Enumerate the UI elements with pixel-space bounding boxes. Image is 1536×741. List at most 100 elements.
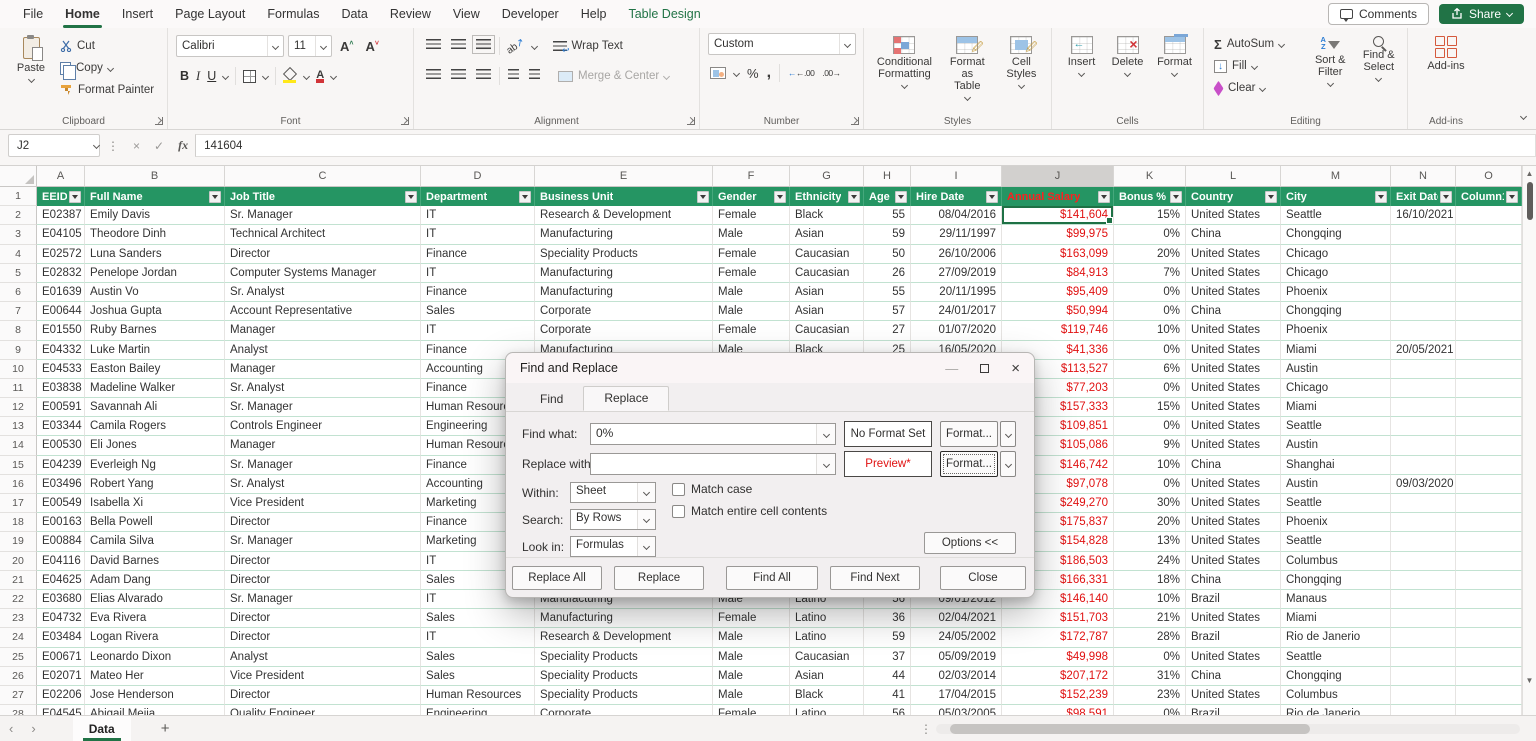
cell-N25[interactable] [1391,647,1456,667]
merge-center-button[interactable]: Merge & Center [558,70,671,82]
table-header-cell-gender[interactable]: Gender [713,187,790,207]
increase-indent-button[interactable] [527,65,542,87]
cell-A5[interactable]: E02832 [37,263,85,283]
cell-J28[interactable]: $98,591 [1002,705,1114,715]
cell-I24[interactable]: 24/05/2002 [911,628,1002,648]
cell-A27[interactable]: E02206 [37,685,85,706]
column-header-L[interactable]: L [1186,166,1281,187]
find-next-button[interactable]: Find Next [830,565,920,590]
cell-L14[interactable]: United States [1186,436,1281,456]
cell-L9[interactable]: United States [1186,340,1281,360]
cell-H4[interactable]: 50 [864,244,911,264]
font-size-dropdown-icon[interactable] [315,36,331,56]
clear-button[interactable]: Clear [1212,77,1304,99]
cell-J7[interactable]: $50,994 [1002,302,1114,322]
table-header-cell-exit-date[interactable]: Exit Date [1391,187,1456,207]
cell-J2[interactable]: $141,604 [1002,206,1114,226]
cell-E26[interactable]: Speciality Products [535,666,713,686]
cell-O27[interactable] [1456,685,1522,706]
cell-A4[interactable]: E02572 [37,244,85,264]
cell-G6[interactable]: Asian [790,282,864,303]
wrap-text-button[interactable]: Wrap Text [552,40,623,56]
cell-M11[interactable]: Chicago [1281,378,1391,399]
cell-C13[interactable]: Controls Engineer [225,417,421,437]
cell-E3[interactable]: Manufacturing [535,225,713,245]
cell-E4[interactable]: Speciality Products [535,244,713,264]
cell-C19[interactable]: Sr. Manager [225,532,421,552]
cell-M27[interactable]: Columbus [1281,685,1391,706]
cell-H26[interactable]: 44 [864,666,911,686]
cell-O6[interactable] [1456,282,1522,303]
cell-C15[interactable]: Sr. Manager [225,455,421,475]
cell-B15[interactable]: Everleigh Ng [85,455,225,475]
font-dialog-launcher[interactable] [401,117,409,125]
number-format-dropdown-icon[interactable] [839,34,855,54]
row-header-1[interactable]: 1 [0,187,37,207]
cell-O21[interactable] [1456,570,1522,590]
number-dialog-launcher[interactable] [851,117,859,125]
cell-L20[interactable]: United States [1186,551,1281,571]
row-header-16[interactable]: 16 [0,474,37,494]
cell-C14[interactable]: Manager [225,436,421,456]
cell-B17[interactable]: Isabella Xi [85,494,225,514]
font-name-combo[interactable]: Calibri [176,35,284,57]
cell-styles-button[interactable]: CellStyles [998,33,1045,91]
comma-style-button[interactable]: , [767,64,771,82]
delete-cells-button[interactable]: Delete [1105,33,1150,79]
decrease-font-size-button[interactable]: A˅ [361,39,382,54]
cell-F23[interactable]: Female [713,609,790,629]
row-header-20[interactable]: 20 [0,551,37,571]
cell-O28[interactable] [1456,705,1522,715]
addins-button[interactable]: Add-ins [1416,33,1476,75]
accounting-format-button[interactable] [710,67,726,79]
cell-I7[interactable]: 24/01/2017 [911,302,1002,322]
cell-N21[interactable] [1391,570,1456,590]
cell-C16[interactable]: Sr. Analyst [225,474,421,494]
cell-C12[interactable]: Sr. Manager [225,398,421,418]
row-header-21[interactable]: 21 [0,570,37,590]
cell-E24[interactable]: Research & Development [535,628,713,648]
close-icon[interactable]: × [1011,360,1020,377]
cell-N15[interactable] [1391,455,1456,475]
percent-style-button[interactable]: % [747,66,759,81]
cell-A6[interactable]: E01639 [37,282,85,303]
cell-H28[interactable]: 56 [864,705,911,715]
cell-J3[interactable]: $99,975 [1002,225,1114,245]
close-button[interactable]: Close [940,565,1026,590]
cell-K14[interactable]: 9% [1114,436,1186,456]
cell-M12[interactable]: Miami [1281,398,1391,418]
cell-A23[interactable]: E04732 [37,609,85,629]
cell-C27[interactable]: Director [225,685,421,706]
cell-K15[interactable]: 10% [1114,455,1186,475]
cell-M22[interactable]: Manaus [1281,589,1391,610]
cell-F25[interactable]: Male [713,647,790,667]
copy-button[interactable]: Copy [58,57,161,80]
cell-N26[interactable] [1391,666,1456,686]
cell-M21[interactable]: Chongqing [1281,570,1391,590]
match-entire-checkbox[interactable] [672,504,685,518]
column-header-F[interactable]: F [713,166,790,187]
format-as-table-button[interactable]: Format asTable [939,33,996,103]
cell-N3[interactable] [1391,225,1456,245]
options-button[interactable]: Options << [924,532,1016,554]
filter-button-bonus[interactable] [1170,190,1182,203]
cell-B10[interactable]: Easton Bailey [85,359,225,379]
underline-button[interactable]: U [207,69,216,83]
collapse-ribbon-icon[interactable] [1519,112,1528,121]
cell-I8[interactable]: 01/07/2020 [911,321,1002,341]
cell-D24[interactable]: IT [421,628,535,648]
cell-F28[interactable]: Female [713,705,790,715]
cell-I3[interactable]: 29/11/1997 [911,225,1002,245]
row-header-11[interactable]: 11 [0,378,37,399]
cell-K9[interactable]: 0% [1114,340,1186,360]
cell-C11[interactable]: Sr. Analyst [225,378,421,399]
next-sheet-icon[interactable]: › [22,721,44,736]
menu-tab-table-design[interactable]: Table Design [617,0,711,28]
menu-tab-home[interactable]: Home [54,0,111,28]
table-header-cell-business-unit[interactable]: Business Unit [535,187,713,207]
format-painter-button[interactable]: Format Painter [58,79,161,101]
cell-B26[interactable]: Mateo Her [85,666,225,686]
cell-H6[interactable]: 55 [864,282,911,303]
cell-O26[interactable] [1456,666,1522,686]
cell-M15[interactable]: Shanghai [1281,455,1391,475]
